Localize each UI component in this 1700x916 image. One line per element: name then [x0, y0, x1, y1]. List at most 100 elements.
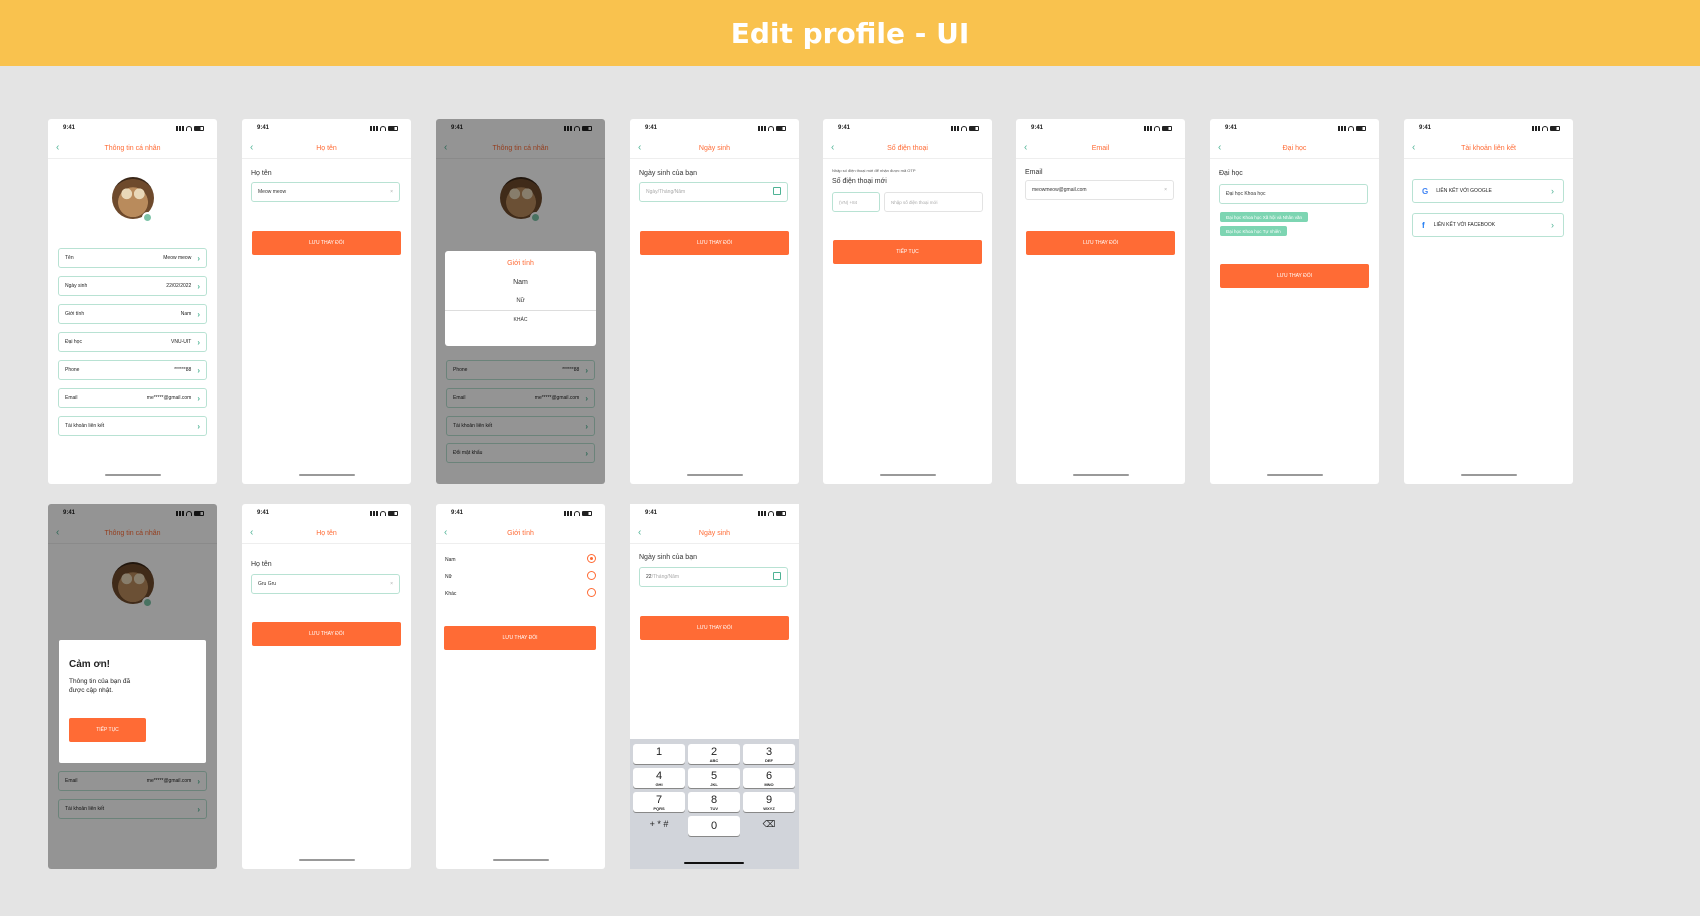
gender-sheet: Giới tính Nam Nữ KHÁC — [445, 251, 596, 346]
numeric-keypad: 1 2 ABC 3 DEF 4 GHI 5 JKL 6 MNO 7 PQRS 8 TUV 9W… — [630, 739, 799, 869]
wifi-icon — [768, 126, 774, 131]
backspace-icon[interactable]: ⌫ — [743, 816, 795, 836]
save-button[interactable]: LƯU THAY ĐỔI — [640, 616, 789, 640]
key-3[interactable]: 3 DEF — [743, 744, 795, 764]
save-button[interactable]: LƯU THAY ĐỔI — [252, 622, 401, 646]
battery-icon — [388, 126, 398, 131]
key-5[interactable]: 5 JKL — [688, 768, 740, 788]
screen-edit-name-filled: 9:41 ‹ Họ tên Họ tên Gru Gru × LƯU THAY ĐỔ… — [242, 504, 411, 869]
google-icon: G — [1422, 186, 1429, 196]
row-email[interactable]: Email me*****@gmail.com › — [58, 388, 207, 408]
screen-thanks: 9:41 ‹ Thông tin cá nhân Email me*****@gma… — [48, 504, 217, 869]
field-label: Ngày sinh của bạn — [639, 554, 697, 561]
status-bar: 9:41 — [1210, 125, 1379, 133]
screen-title: Họ tên — [316, 145, 337, 152]
clear-icon[interactable]: × — [1164, 187, 1167, 193]
radio-female[interactable] — [587, 571, 596, 580]
calendar-icon[interactable] — [773, 187, 781, 195]
email-input[interactable]: meowmeow@gmail.com × — [1025, 180, 1174, 200]
battery-icon — [969, 126, 979, 131]
option-label: Nam — [445, 557, 456, 563]
country-code-input[interactable]: (VN) +84 — [832, 192, 880, 212]
key-2[interactable]: 2 ABC — [688, 744, 740, 764]
row-gender[interactable]: Giới tính Nam › — [58, 304, 207, 324]
key-symbols[interactable]: + * # — [633, 816, 685, 836]
key-9[interactable]: 9 WXYZ — [743, 792, 795, 812]
wifi-icon — [574, 511, 580, 516]
status-bar: 9:41 — [242, 125, 411, 133]
row-linked-accounts[interactable]: Tài khoản liên kết › — [58, 416, 207, 436]
phone-number-input[interactable]: Nhập số điện thoại mới — [884, 192, 983, 212]
university-input[interactable]: Đại học Khoa học — [1219, 184, 1368, 204]
wifi-icon — [380, 511, 386, 516]
option-other[interactable]: KHÁC — [445, 317, 596, 323]
clear-icon[interactable]: × — [390, 189, 393, 195]
screen-linked-accounts: 9:41 ‹ Tài khoản liên kết G LIÊN KẾT VỚI G… — [1404, 119, 1573, 484]
save-button[interactable]: LƯU THAY ĐỔI — [1026, 231, 1175, 255]
birthday-input[interactable]: 22/Tháng/Năm — [639, 567, 788, 587]
home-indicator — [1072, 474, 1129, 476]
suggestion-chip[interactable]: Đại học Khoa học Xã hội và Nhân văn — [1220, 212, 1309, 222]
row-name[interactable]: Tên Meow meow › — [58, 248, 207, 268]
radio-other[interactable] — [587, 588, 596, 597]
battery-icon — [388, 511, 398, 516]
dialog-message: Thông tin của bạn đã được cập nhật. — [69, 678, 131, 694]
sheet-title: Giới tính — [507, 260, 534, 267]
row-birthday[interactable]: Ngày sinh 22/02/2022 › — [58, 276, 207, 296]
row-phone[interactable]: Phone ******88 › — [58, 360, 207, 380]
chevron-right-icon: › — [197, 337, 200, 347]
nav-bar: ‹ Ngày sinh — [630, 139, 799, 159]
birthday-input[interactable]: Ngày/Tháng/Năm — [639, 182, 788, 202]
save-button[interactable]: LƯU THAY ĐỔI — [444, 626, 596, 650]
battery-icon — [776, 511, 786, 516]
save-button[interactable]: LƯU THAY ĐỔI — [640, 231, 789, 255]
radio-male[interactable] — [587, 554, 596, 563]
name-input[interactable]: Gru Gru × — [251, 574, 400, 594]
screen-gender-sheet: 9:41 ‹ Thông tin cá nhân Phone ******88 › E… — [436, 119, 605, 484]
key-8[interactable]: 8 TUV — [688, 792, 740, 812]
suggestion-chip[interactable]: Đại học Khoa học Tự nhiên — [1220, 226, 1287, 236]
signal-icon — [176, 126, 184, 131]
key-0[interactable]: 0 — [688, 816, 740, 836]
continue-button[interactable]: TIẾP TỤC — [69, 718, 146, 742]
key-4[interactable]: 4 GHI — [633, 768, 685, 788]
calendar-icon[interactable] — [773, 572, 781, 580]
key-1[interactable]: 1 — [633, 744, 685, 764]
battery-icon — [776, 126, 786, 131]
screen-title: Giới tính — [507, 530, 534, 537]
page-banner: Edit profile - UI — [0, 0, 1700, 66]
option-male[interactable]: Nam — [445, 279, 596, 286]
signal-icon — [1338, 126, 1346, 131]
screen-title: Họ tên — [316, 530, 337, 537]
edit-avatar-icon[interactable] — [142, 212, 153, 223]
wifi-icon — [380, 126, 386, 131]
row-university[interactable]: Đại học VNU-UIT › — [58, 332, 207, 352]
key-6[interactable]: 6 MNO — [743, 768, 795, 788]
clear-icon[interactable]: × — [390, 581, 393, 587]
name-input[interactable]: Meow meow × — [251, 182, 400, 202]
status-bar: 9:41 — [1016, 125, 1185, 133]
home-indicator — [684, 862, 744, 864]
save-button[interactable]: LƯU THAY ĐỔI — [252, 231, 401, 255]
nav-bar: ‹ Tài khoản liên kết — [1404, 139, 1573, 159]
key-7[interactable]: 7 PQRS — [633, 792, 685, 812]
phone-hint: Nhập số điện thoại mới để nhận được mã O… — [832, 168, 916, 173]
signal-icon — [758, 511, 766, 516]
status-bar: 9:41 — [630, 510, 799, 518]
wifi-icon — [961, 126, 967, 131]
status-bar: 9:41 — [436, 510, 605, 518]
link-google-button[interactable]: G LIÊN KẾT VỚI GOOGLE › — [1412, 179, 1564, 203]
wifi-icon — [1542, 126, 1548, 131]
chevron-right-icon: › — [1551, 220, 1554, 230]
link-facebook-button[interactable]: f LIÊN KẾT VỚI FACEBOOK › — [1412, 213, 1564, 237]
option-female[interactable]: Nữ — [445, 298, 596, 304]
home-indicator — [879, 474, 936, 476]
home-indicator — [686, 474, 743, 476]
wifi-icon — [186, 126, 192, 131]
save-button[interactable]: LƯU THAY ĐỔI — [1220, 264, 1369, 288]
home-indicator — [492, 859, 549, 861]
status-bar: 9:41 — [1404, 125, 1573, 133]
continue-button[interactable]: TIẾP TỤC — [833, 240, 982, 264]
battery-icon — [194, 126, 204, 131]
signal-icon — [1532, 126, 1540, 131]
